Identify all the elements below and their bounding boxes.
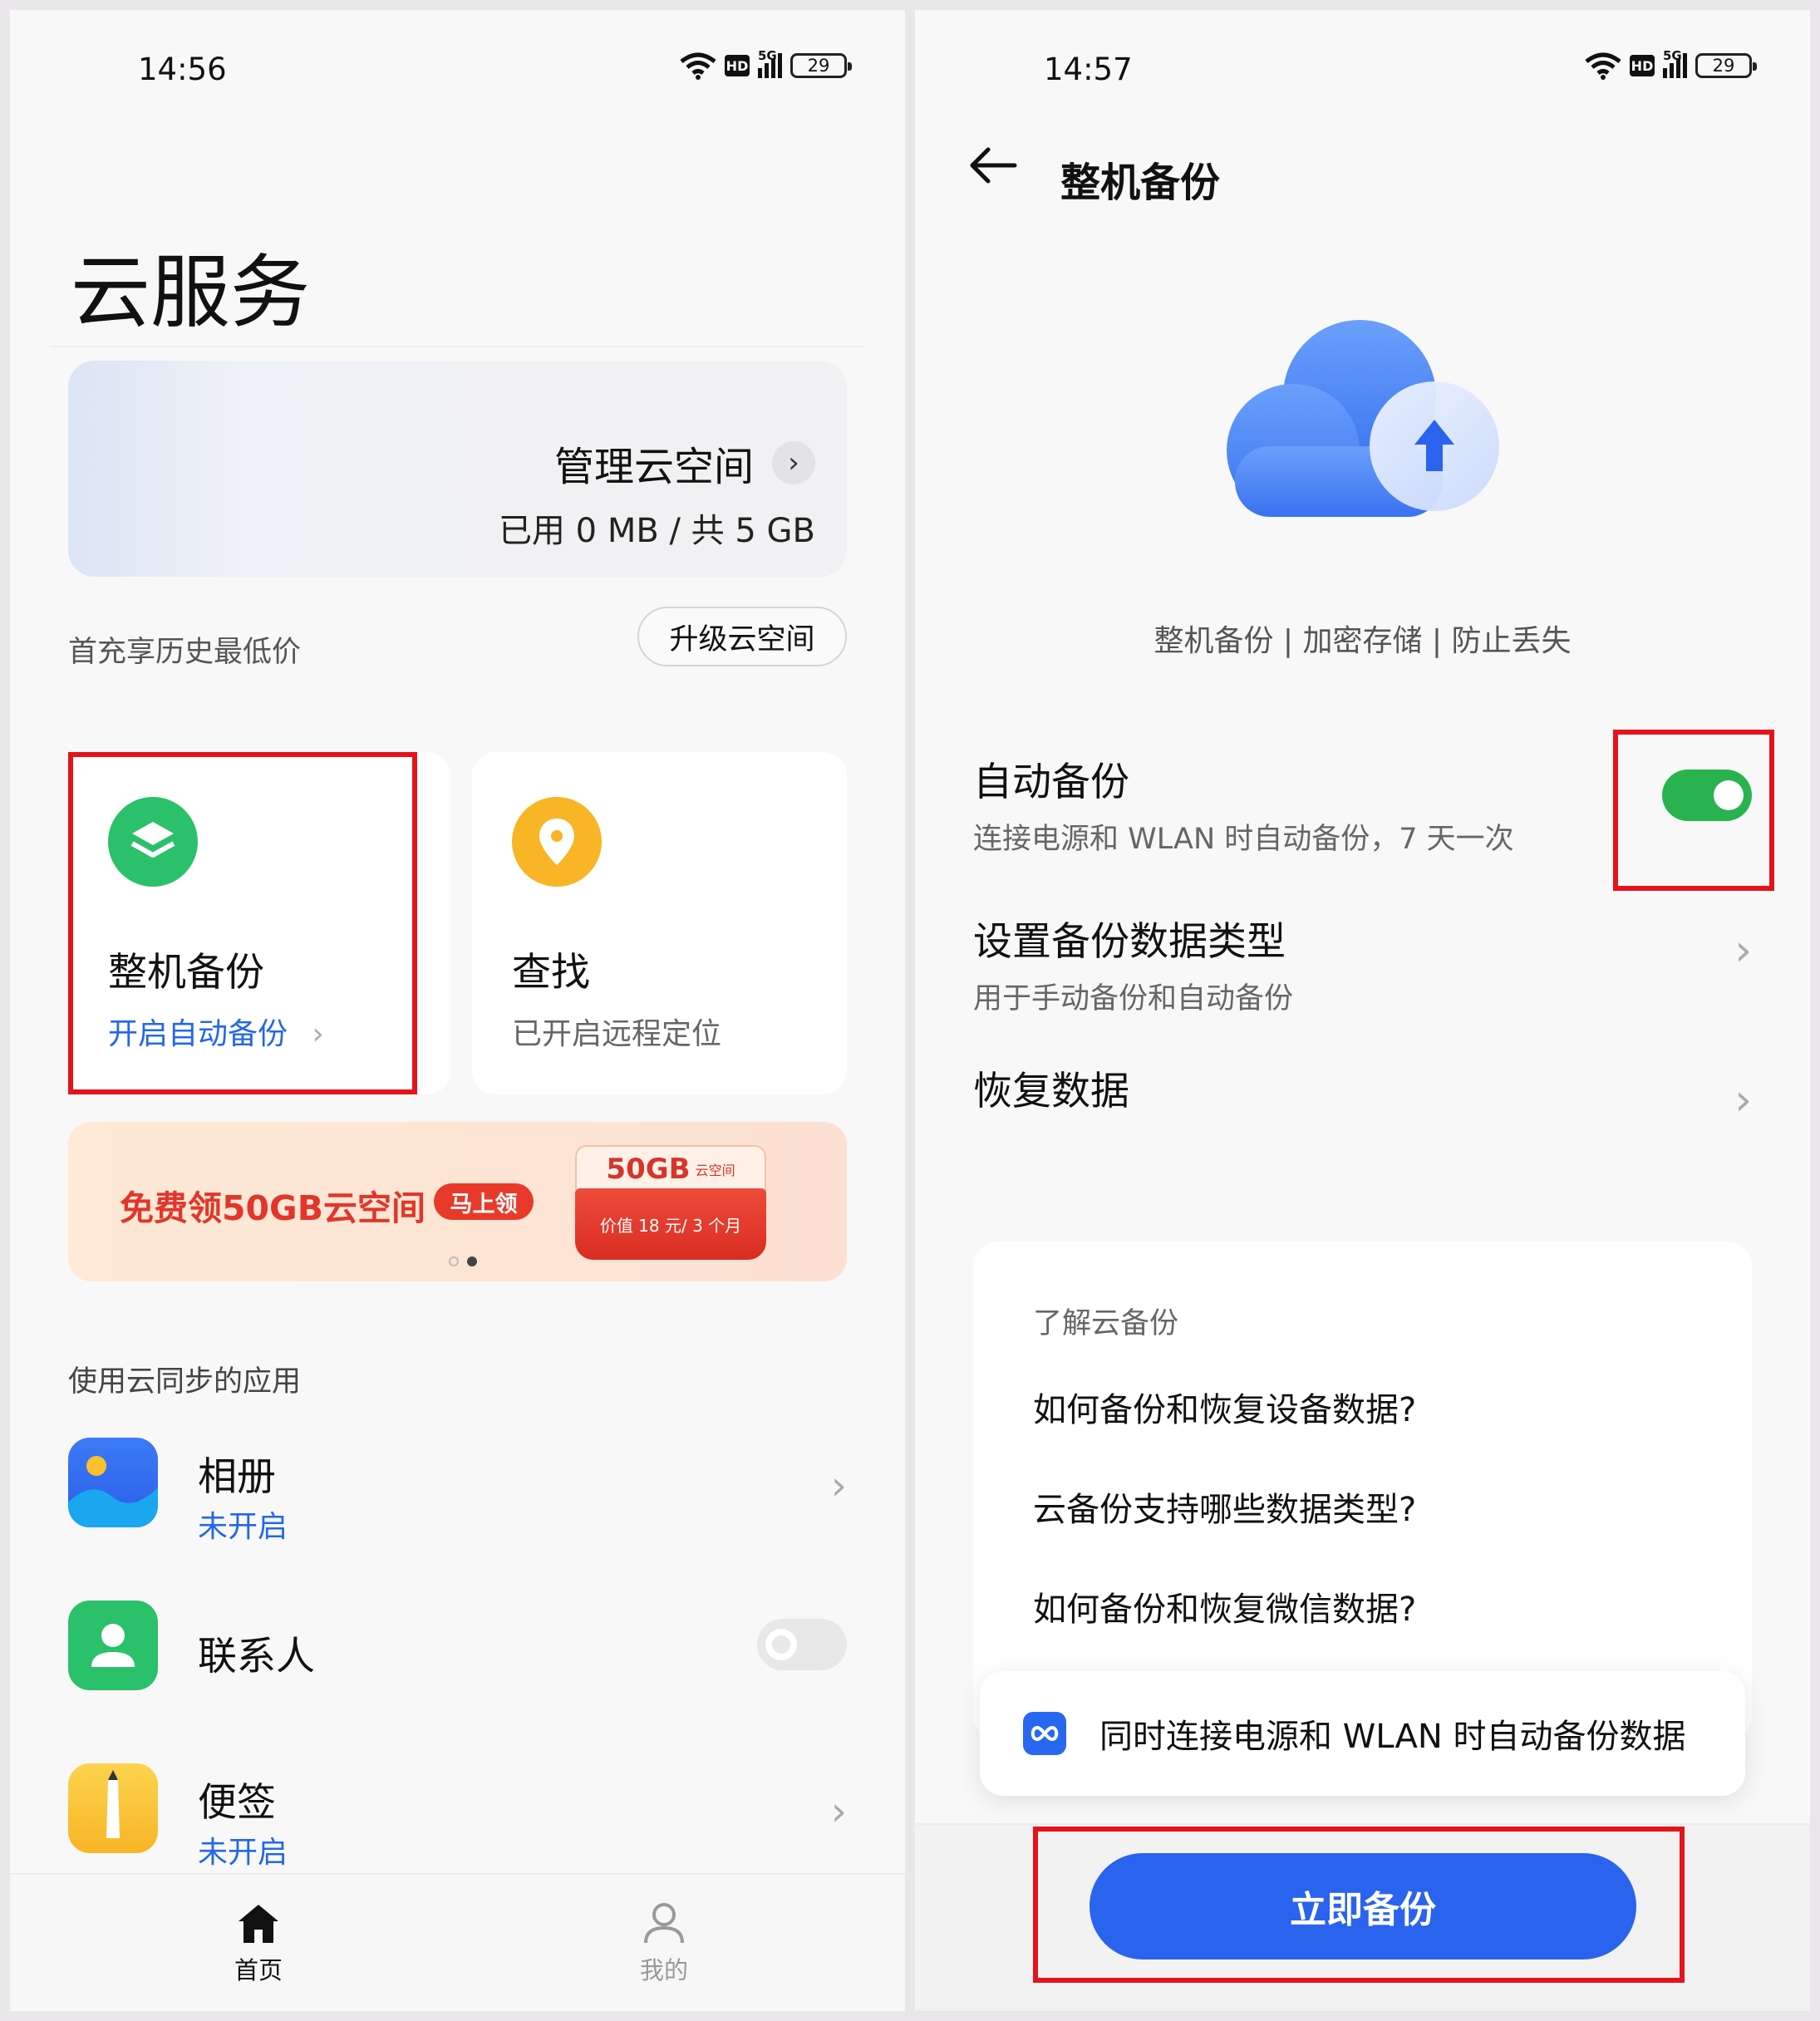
chevron-right-icon: › xyxy=(830,1463,847,1509)
wifi-icon xyxy=(680,52,716,80)
setting-subtitle: 用于手动备份和自动备份 xyxy=(973,982,1294,1015)
gift-amount: 50GB xyxy=(606,1153,691,1186)
signal-icon: 5G xyxy=(758,48,782,78)
status-time: 14:57 xyxy=(1044,52,1133,87)
back-arrow-icon[interactable] xyxy=(968,145,1018,186)
infinity-icon xyxy=(1023,1712,1066,1755)
app-status: 未开启 xyxy=(198,1836,288,1870)
gift-header: 50GB 云空间 xyxy=(575,1145,766,1193)
nav-home[interactable]: 首页 xyxy=(35,1875,482,2011)
gift-price: 价值 18 元/ 3 个月 xyxy=(599,1215,742,1236)
promo-banner[interactable]: 免费领50GB云空间 马上领 50GB 云空间 价值 18 元/ 3 个月 xyxy=(68,1122,847,1281)
app-row-notes[interactable]: 便签 未开启 › xyxy=(68,1763,847,1870)
storage-card[interactable]: 管理云空间 › 已用 0 MB / 共 5 GB xyxy=(68,361,847,577)
gift-box-image: 50GB 云空间 价值 18 元/ 3 个月 xyxy=(575,1145,766,1261)
chevron-right-icon: › xyxy=(830,1788,847,1835)
signal-icon: 5G xyxy=(1663,48,1687,78)
nav-profile[interactable]: 我的 xyxy=(440,1875,888,2011)
page-title: 云服务 xyxy=(71,246,310,339)
cloud-service-screen: 14:56 HD 5G 29 云服务 管理云空间 › 已用 0 MB / 共 5… xyxy=(10,10,905,2011)
find-device-card[interactable]: 查找 已开启远程定位 xyxy=(472,752,847,1094)
faq-link[interactable]: 如何备份和恢复微信数据? xyxy=(1033,1582,1416,1630)
claim-now-button[interactable]: 马上领 xyxy=(434,1183,534,1220)
feature-title: 查找 xyxy=(512,950,590,996)
notes-icon xyxy=(68,1763,158,1853)
pagination-dot-active xyxy=(467,1256,477,1266)
restore-data-row[interactable]: 恢复数据 › xyxy=(973,1059,1752,1133)
setting-title: 恢复数据 xyxy=(973,1069,1129,1114)
profile-icon xyxy=(644,1903,684,1944)
chevron-right-icon: › xyxy=(1734,1075,1752,1125)
battery-icon: 29 xyxy=(1695,53,1757,78)
manage-cloud-space-link[interactable]: 管理云空间 › xyxy=(554,434,815,492)
auto-backup-tip: 同时连接电源和 WLAN 时自动备份数据 xyxy=(980,1671,1745,1796)
section-label: 使用云同步的应用 xyxy=(68,1365,302,1399)
network-type: 5G xyxy=(1663,48,1682,63)
app-status: 未开启 xyxy=(198,1510,288,1544)
storage-usage: 已用 0 MB / 共 5 GB xyxy=(498,512,815,550)
toggle-knob xyxy=(765,1629,797,1660)
highlight-box xyxy=(1613,730,1774,891)
banner-pagination xyxy=(449,1256,477,1266)
app-name: 相册 xyxy=(198,1454,276,1500)
battery-icon: 29 xyxy=(790,53,852,78)
faq-link[interactable]: 如何备份和恢复设备数据? xyxy=(1033,1383,1416,1431)
bottom-navigation: 首页 我的 xyxy=(10,1873,905,2011)
app-row-gallery[interactable]: 相册 未开启 › xyxy=(68,1438,847,1544)
gift-body: 价值 18 元/ 3 个月 xyxy=(575,1188,766,1260)
divider xyxy=(50,346,865,347)
app-row-contacts[interactable]: 联系人 xyxy=(68,1601,847,1700)
contacts-icon xyxy=(68,1601,158,1690)
status-icons: HD 5G 29 xyxy=(1585,48,1757,80)
tagline: 整机备份 | 加密存储 | 防止丢失 xyxy=(1153,624,1572,658)
feature-subtitle: 已开启远程定位 xyxy=(512,1017,722,1051)
banner-text: 免费领50GB云空间 xyxy=(120,1188,425,1228)
pagination-dot xyxy=(449,1256,459,1266)
app-name: 便签 xyxy=(198,1780,276,1826)
gift-unit: 云空间 xyxy=(695,1163,735,1178)
location-pin-icon xyxy=(512,797,602,887)
network-type: 5G xyxy=(758,48,777,63)
highlight-box xyxy=(68,752,417,1094)
status-time: 14:56 xyxy=(138,52,227,87)
app-name: 联系人 xyxy=(198,1634,315,1679)
faq-card: 了解云备份 如何备份和恢复设备数据? 云备份支持哪些数据类型? 如何备份和恢复微… xyxy=(973,1242,1752,1740)
status-icons: HD 5G 29 xyxy=(680,48,852,80)
whole-device-backup-screen: 14:57 HD 5G 29 整机备份 整机备份 | 加密存储 | 防止丢失 自… xyxy=(915,10,1810,2011)
nav-label: 我的 xyxy=(639,1956,688,1984)
promo-text: 首充享历史最低价 xyxy=(68,636,302,669)
chevron-right-icon: › xyxy=(772,441,815,484)
faq-link[interactable]: 云备份支持哪些数据类型? xyxy=(1033,1483,1416,1531)
nav-label: 首页 xyxy=(234,1956,283,1984)
contacts-sync-toggle[interactable] xyxy=(757,1619,847,1670)
chevron-right-icon: › xyxy=(1734,926,1752,976)
manage-cloud-space-label: 管理云空间 xyxy=(553,444,754,490)
tip-text: 同时连接电源和 WLAN 时自动备份数据 xyxy=(1099,1718,1686,1756)
highlight-box xyxy=(1033,1827,1685,1983)
page-title: 整机备份 xyxy=(1060,160,1221,206)
hd-badge: HD xyxy=(725,55,750,76)
cloud-upload-illustration xyxy=(1227,320,1499,517)
backup-data-type-row[interactable]: 设置备份数据类型 用于手动备份和自动备份 › xyxy=(973,909,1752,1015)
gallery-icon xyxy=(68,1438,158,1527)
faq-heading: 了解云备份 xyxy=(1033,1307,1179,1340)
wifi-icon xyxy=(1585,52,1621,80)
setting-title: 设置备份数据类型 xyxy=(973,919,1286,965)
upgrade-cloud-space-button[interactable]: 升级云空间 xyxy=(637,607,847,666)
home-icon xyxy=(239,1905,278,1943)
hd-badge: HD xyxy=(1630,55,1655,76)
